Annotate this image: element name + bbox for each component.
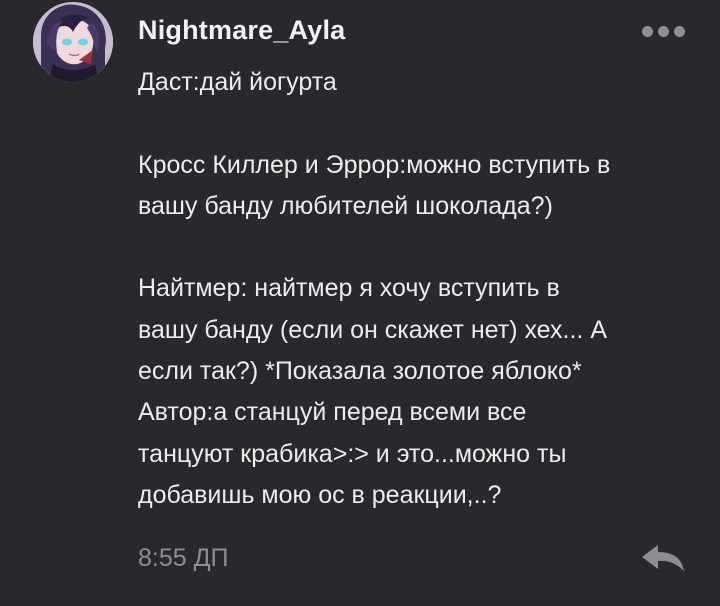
comment-line [138,103,708,144]
comment-line: Найтмер: найтмер я хочу вступить в [138,274,560,303]
avatar[interactable] [33,2,113,82]
comment-item: Nightmare_Ayla Даст:дай йогурта Кросс Ки… [0,0,720,606]
username[interactable]: Nightmare_Ayla [138,15,345,46]
comment-line: танцуют крабика>:> и это...можно ты [138,439,567,468]
more-options-icon [674,26,685,37]
avatar-image [33,2,113,82]
comment-body: Даст:дай йогурта Кросс Киллер и Эррор:мо… [138,62,708,516]
comment-line [138,227,708,268]
reply-arrow-icon [642,545,684,571]
more-options-button[interactable] [638,20,688,42]
comment-line: вашу банду (если он скажет нет) хех... А [138,315,607,344]
timestamp: 8:55 ДП [138,544,229,572]
comment-line: добавишь мою ос в реакции,..? [138,480,502,509]
comment-line: вашу банду любителей шоколада?) [138,191,553,220]
comment-line: Кросс Киллер и Эррор:можно вступить в [138,150,611,179]
reply-button[interactable] [640,543,686,573]
comment-line: Даст:дай йогурта [138,68,337,96]
comment-line: если так?) *Показала золотое яблоко* [138,357,582,386]
more-options-icon [658,26,669,37]
more-options-icon [642,26,653,37]
comment-line: Автор:а станцуй перед всеми все [138,398,527,427]
